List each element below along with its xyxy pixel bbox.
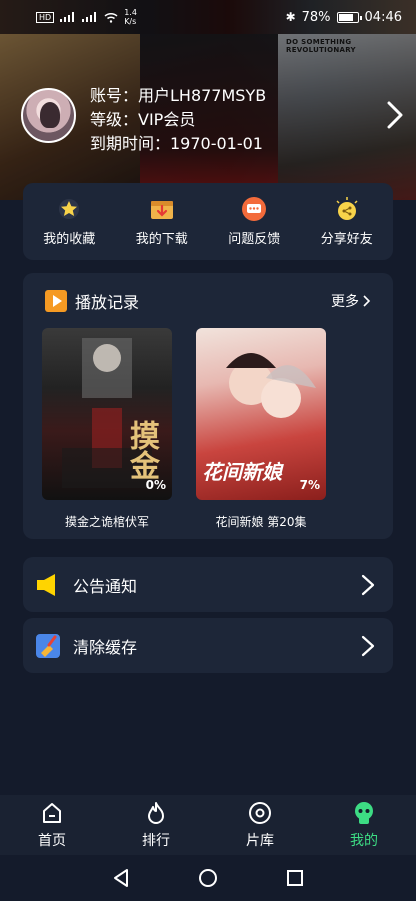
signal-icon-2 [82,12,98,22]
action-share[interactable]: 分享好友 [303,196,391,247]
cover-title-art: 花间新娘 [202,460,282,484]
account-label: 账号：用户LH877MSYB [90,86,267,105]
network-speed: 1.4 K/s [124,8,137,26]
history-title: 播放记录 [75,293,140,312]
history-header: 播放记录 [45,289,139,313]
share-icon [334,196,360,222]
fire-icon [143,800,169,826]
nav-home[interactable]: 首页 [7,800,97,850]
home-icon [39,800,65,826]
action-label: 分享好友 [320,232,373,247]
speaker-icon [35,572,61,598]
battery-percent: 78% [301,9,331,25]
more-label: 更多 [331,294,359,310]
user-info: 账号：用户LH877MSYB 等级：VIP会员 到期时间：1970-01-01 [90,84,266,156]
broom-icon [35,633,61,659]
action-feedback[interactable]: 问题反馈 [210,196,298,247]
library-icon [247,800,273,826]
history-item-title[interactable]: 摸金之诡棺伏军 [32,513,182,530]
clear-cache-row[interactable]: 清除缓存 [23,618,393,673]
history-card: 播放记录 更多 摸金 0% 花间新娘 7% 摸金之诡棺伏军 花间新娘 第20集 [23,273,393,539]
hd-icon: HD [36,11,55,23]
history-item-title[interactable]: 花间新娘 第20集 [186,513,336,530]
nav-library[interactable]: 片库 [215,800,305,850]
action-favorites[interactable]: 我的收藏 [25,196,113,247]
battery-icon [336,11,362,23]
wifi-icon [104,12,118,23]
back-icon[interactable] [112,868,130,888]
notice-label: 公告通知 [73,576,138,596]
action-label: 我的下载 [135,232,188,247]
nav-label: 我的 [350,833,378,849]
progress-tag: 7% [299,478,320,492]
nav-ranking[interactable]: 排行 [111,800,201,850]
more-link[interactable]: 更多 [331,291,371,311]
bottom-nav: 首页 排行 片库 我的 [0,795,416,855]
action-label: 问题反馈 [228,232,281,247]
clear-cache-label: 清除缓存 [73,637,138,657]
star-icon [56,196,82,222]
nav-label: 首页 [38,833,66,849]
nav-mine[interactable]: 我的 [319,800,409,850]
history-cover-1[interactable]: 摸金 0% [42,328,172,500]
play-icon [45,290,67,312]
clock: 04:46 [364,9,402,25]
chevron-right-icon [361,574,375,596]
recents-icon[interactable] [286,869,304,887]
level-label: 等级：VIP会员 [90,110,196,129]
status-left: HD 1.4 K/s [36,8,137,26]
home-circle-icon[interactable] [198,868,218,888]
feedback-icon [241,196,267,222]
download-icon [149,196,175,222]
action-label: 我的收藏 [43,232,96,247]
cover-title-art: 摸金 [124,420,159,480]
history-cover-2[interactable]: 花间新娘 7% [196,328,326,500]
chevron-right-icon[interactable] [386,100,404,130]
profile-icon [351,800,377,826]
status-right: ✱ 78% 04:46 [286,10,402,25]
notice-row[interactable]: 公告通知 [23,557,393,612]
avatar[interactable] [21,88,76,143]
quick-actions: 我的收藏 我的下载 问题反馈 分享好友 [23,183,393,260]
nav-label: 排行 [142,833,170,849]
signal-icon [60,12,76,22]
bluetooth-icon: ✱ [285,10,296,24]
expiry-label: 到期时间：1970-01-01 [90,134,263,153]
system-nav-bar [0,855,416,901]
status-bar: HD 1.4 K/s ✱ 78% 04:46 [0,0,416,34]
progress-tag: 0% [145,478,166,492]
chevron-right-icon [363,295,371,307]
nav-label: 片库 [246,833,274,849]
chevron-right-icon [361,635,375,657]
action-downloads[interactable]: 我的下载 [118,196,206,247]
